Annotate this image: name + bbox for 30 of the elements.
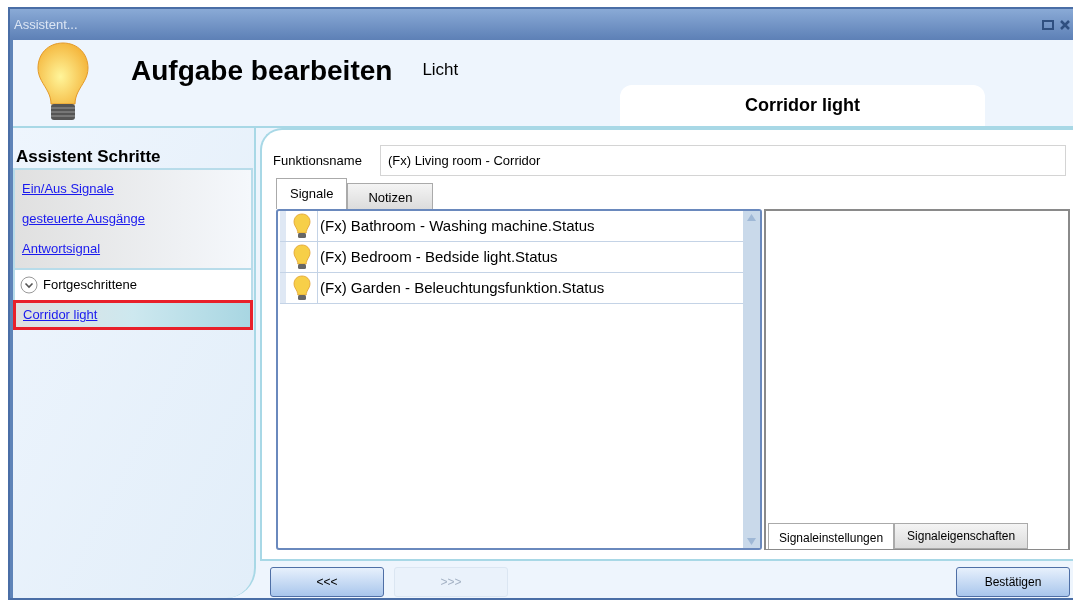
step-link[interactable]: gesteuerte Ausgänge bbox=[22, 204, 145, 234]
step-link[interactable]: Ein/Aus Signale bbox=[22, 174, 114, 204]
signal-name: (Fx) Bathroom - Washing machine.Status bbox=[319, 215, 595, 236]
section-toggle[interactable]: Fortgeschrittene bbox=[15, 270, 137, 300]
tab[interactable]: Notizen bbox=[347, 183, 434, 209]
tab[interactable]: Signaleigenschaften bbox=[894, 523, 1029, 549]
signal-name: (Fx) Bedroom - Bedside light.Status bbox=[319, 246, 558, 267]
tab[interactable]: Signaleinstellungen bbox=[768, 523, 895, 549]
window-title: Assistent... bbox=[14, 15, 78, 34]
function-name-field[interactable]: (Fx) Living room - Corridor bbox=[380, 145, 1066, 176]
page-title: Aufgabe bearbeiten bbox=[131, 54, 393, 86]
scrollbar[interactable] bbox=[743, 211, 760, 548]
light-bulb-icon bbox=[292, 244, 311, 270]
close-icon[interactable] bbox=[1060, 19, 1070, 30]
scroll-down-icon[interactable] bbox=[747, 538, 756, 545]
step-link[interactable]: Antwortsignal bbox=[22, 234, 101, 264]
nav-button[interactable]: Bestätigen bbox=[956, 567, 1070, 597]
tab[interactable]: Signale bbox=[276, 178, 348, 209]
nav-button[interactable]: <<< bbox=[270, 567, 384, 597]
light-bulb-icon bbox=[292, 275, 311, 301]
maximize-icon[interactable] bbox=[1042, 19, 1054, 30]
signal-name: (Fx) Garden - Beleuchtungsfunktion.Status bbox=[319, 277, 605, 298]
step-item[interactable]: Corridor light bbox=[13, 300, 253, 330]
light-bulb-icon bbox=[292, 213, 311, 239]
sidebar-heading: Assistent Schritte bbox=[15, 146, 162, 166]
page-subtitle: Licht bbox=[422, 59, 459, 79]
chevron-down-icon bbox=[20, 276, 38, 294]
scroll-up-icon[interactable] bbox=[747, 214, 756, 221]
header-tab[interactable]: Corridor light bbox=[620, 85, 985, 126]
field-label: Funktionsname bbox=[273, 151, 363, 170]
